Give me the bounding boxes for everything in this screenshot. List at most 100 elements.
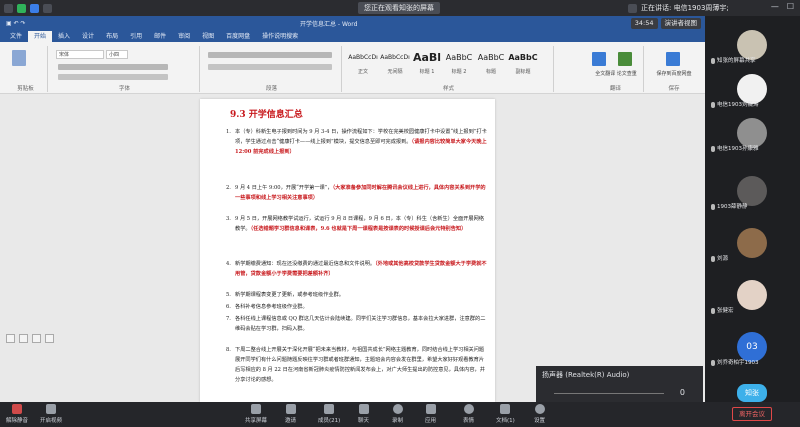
save-group: 保存到百度网盘 保存: [646, 46, 702, 92]
list-item: 5. 新学期课程表变更了更新，或参考班级作业群。: [226, 292, 344, 298]
avatar: [737, 30, 767, 60]
gear-icon: [534, 404, 545, 414]
check-icon[interactable]: [618, 52, 632, 66]
meeting-timer: 34:54: [630, 18, 658, 29]
apps-button[interactable]: 应用: [425, 404, 436, 424]
participant-tile[interactable]: 1903薛静静: [709, 176, 797, 212]
participant-tile[interactable]: 电信1903孙康雅: [709, 118, 797, 154]
list-item: 8. 下周二整合线上开展关于深化开展“把未来当教材，与祖国共成长”网络主题教育，…: [226, 347, 485, 383]
tab-home[interactable]: 开始: [28, 31, 53, 42]
record-button[interactable]: 录制: [392, 404, 403, 424]
zoom-tool-icon[interactable]: [32, 334, 41, 343]
participant-tile[interactable]: 刘源: [709, 228, 797, 264]
apps-icon: [425, 404, 436, 414]
style-title[interactable]: AaBbC 标题: [476, 48, 506, 84]
invite-button[interactable]: 邀请: [285, 404, 296, 424]
zoom-tool-icon[interactable]: [45, 334, 54, 343]
members-icon: [324, 404, 335, 414]
audio-panel: 扬声器 (Realtek(R) Audio) 0: [536, 366, 703, 402]
participant-tile[interactable]: 张健宏: [709, 280, 797, 316]
participant-tile[interactable]: 电信1903刘薇涛: [709, 74, 797, 110]
minimize-button[interactable]: —: [771, 2, 779, 11]
maximize-button[interactable]: ☐: [787, 2, 794, 11]
speaking-indicator: 正在讲话: 电信1903周薄宇;: [628, 0, 729, 16]
ribbon: 剪贴板 宋体 小四 字体 段落 AaBbCcDı 正文 AaBbCcDı 无间隔 A…: [0, 18, 705, 94]
style-no-spacing[interactable]: AaBbCcDı 无间隔: [380, 48, 410, 84]
clipboard-group: 剪贴板: [4, 46, 48, 92]
tab-design[interactable]: 设计: [76, 31, 100, 42]
mic-icon: [711, 307, 715, 314]
settings-button[interactable]: 设置: [534, 404, 545, 424]
tell-me-search[interactable]: 操作说明搜索: [256, 31, 304, 42]
avatar: [737, 280, 767, 310]
speaking-text: 正在讲话: 电信1903周薄宇;: [641, 4, 729, 12]
leave-meeting-button[interactable]: 离开会议: [732, 407, 772, 421]
font-format-icons[interactable]: [58, 64, 168, 70]
share-screen-button[interactable]: 共享屏幕: [245, 404, 267, 424]
document-heading: 9.3 开学信息汇总: [230, 110, 303, 120]
zoom-tool-icon[interactable]: [19, 334, 28, 343]
tab-layout[interactable]: 布局: [100, 31, 124, 42]
style-heading-2[interactable]: AaBbC 标题 2: [444, 48, 474, 84]
tab-view[interactable]: 视图: [196, 31, 220, 42]
list-item: 6. 各科补考信息参考班级作业群。: [226, 304, 308, 310]
align-icons[interactable]: [208, 64, 332, 70]
unmute-button[interactable]: 解除静音: [6, 404, 28, 424]
mic-icon: [711, 203, 715, 210]
zoom-tools: [6, 334, 54, 343]
signal-icon[interactable]: [17, 3, 26, 13]
style-subtitle[interactable]: AaBbC 副标题: [508, 48, 538, 84]
info-icon[interactable]: [4, 3, 13, 13]
volume-slider[interactable]: [554, 393, 664, 394]
document-canvas[interactable]: 9.3 开学信息汇总 1. 本（专）科新生电子报到时间为 9 月 3-4 日，操…: [0, 94, 705, 402]
save-baidu-button[interactable]: 保存到百度网盘: [646, 70, 702, 77]
document-page[interactable]: 9.3 开学信息汇总 1. 本（专）科新生电子报到时间为 9 月 3-4 日，操…: [200, 99, 495, 402]
chat-button[interactable]: 聊天: [358, 404, 369, 424]
avatar: [737, 228, 767, 258]
view-mode-button[interactable]: 演讲者视图: [660, 18, 701, 29]
viewing-screen-label[interactable]: 您正在观看知张的屏幕: [358, 2, 440, 14]
participant-tile[interactable]: 知张: [709, 384, 797, 402]
participant-tile[interactable]: 03 刘乔奇柏宇1903: [709, 332, 797, 368]
style-normal[interactable]: AaBbCcDı 正文: [348, 48, 378, 84]
record-icon: [392, 404, 403, 414]
zoom-tool-icon[interactable]: [6, 334, 15, 343]
shield-icon[interactable]: [30, 3, 39, 13]
tab-references[interactable]: 引用: [124, 31, 148, 42]
list-icons[interactable]: [208, 52, 332, 58]
documents-button[interactable]: 文档(1): [496, 404, 515, 424]
volume-value: 0: [679, 388, 685, 397]
font-size-select[interactable]: 小四: [106, 50, 128, 59]
participant-tile[interactable]: 知张的屏幕共享: [709, 30, 797, 66]
paste-icon[interactable]: [12, 50, 26, 66]
tab-review[interactable]: 审阅: [172, 31, 196, 42]
mic-icon: [711, 255, 715, 262]
list-item: 1. 本（专）科新生电子报到时间为 9 月 3-4 日，操作流程如下：学校在完美…: [226, 129, 487, 155]
tab-mailings[interactable]: 邮件: [148, 31, 172, 42]
grid-icon[interactable]: [43, 3, 52, 13]
emoji-icon: [463, 404, 474, 414]
translate-icon[interactable]: [592, 52, 606, 66]
list-item: 4. 新学期缴费通知：现在还没缴费的通过最近信息和文件说明。（外地或其他高校贷款…: [226, 261, 487, 277]
font-group: 宋体 小四 字体: [50, 46, 200, 92]
tab-insert[interactable]: 插入: [52, 31, 76, 42]
mic-muted-icon: [12, 404, 22, 414]
meeting-top-bar: 您正在观看知张的屏幕 正在讲话: 电信1903周薄宇; — ☐: [0, 0, 800, 16]
quick-access-icons[interactable]: ▣ ↶ ↷: [6, 20, 26, 27]
reactions-button[interactable]: 表情: [463, 404, 474, 424]
members-button[interactable]: 成员(21): [318, 404, 340, 424]
style-heading-1[interactable]: AaBl 标题 1: [412, 48, 442, 84]
cloud-save-icon[interactable]: [666, 52, 680, 66]
font-color-icons[interactable]: [58, 74, 168, 80]
mic-icon: [711, 359, 715, 366]
share-screen-icon: [251, 404, 261, 414]
speaker-avatar-icon: [628, 3, 637, 13]
avatar: [737, 118, 767, 148]
translate-buttons[interactable]: 全文翻译 论文查重: [588, 70, 644, 77]
list-item: 7. 各科任线上课程信息或 QQ 群这几天估计会陆续建。同学们关注学习群信息，基…: [226, 316, 486, 332]
font-name-select[interactable]: 宋体: [56, 50, 104, 59]
word-title-bar: ▣ ↶ ↷ 开学信息汇总 - Word: [0, 16, 705, 30]
tab-file[interactable]: 文件: [4, 31, 28, 42]
start-video-button[interactable]: 开启视频: [40, 404, 62, 424]
tab-baidu[interactable]: 百度网盘: [220, 31, 256, 42]
